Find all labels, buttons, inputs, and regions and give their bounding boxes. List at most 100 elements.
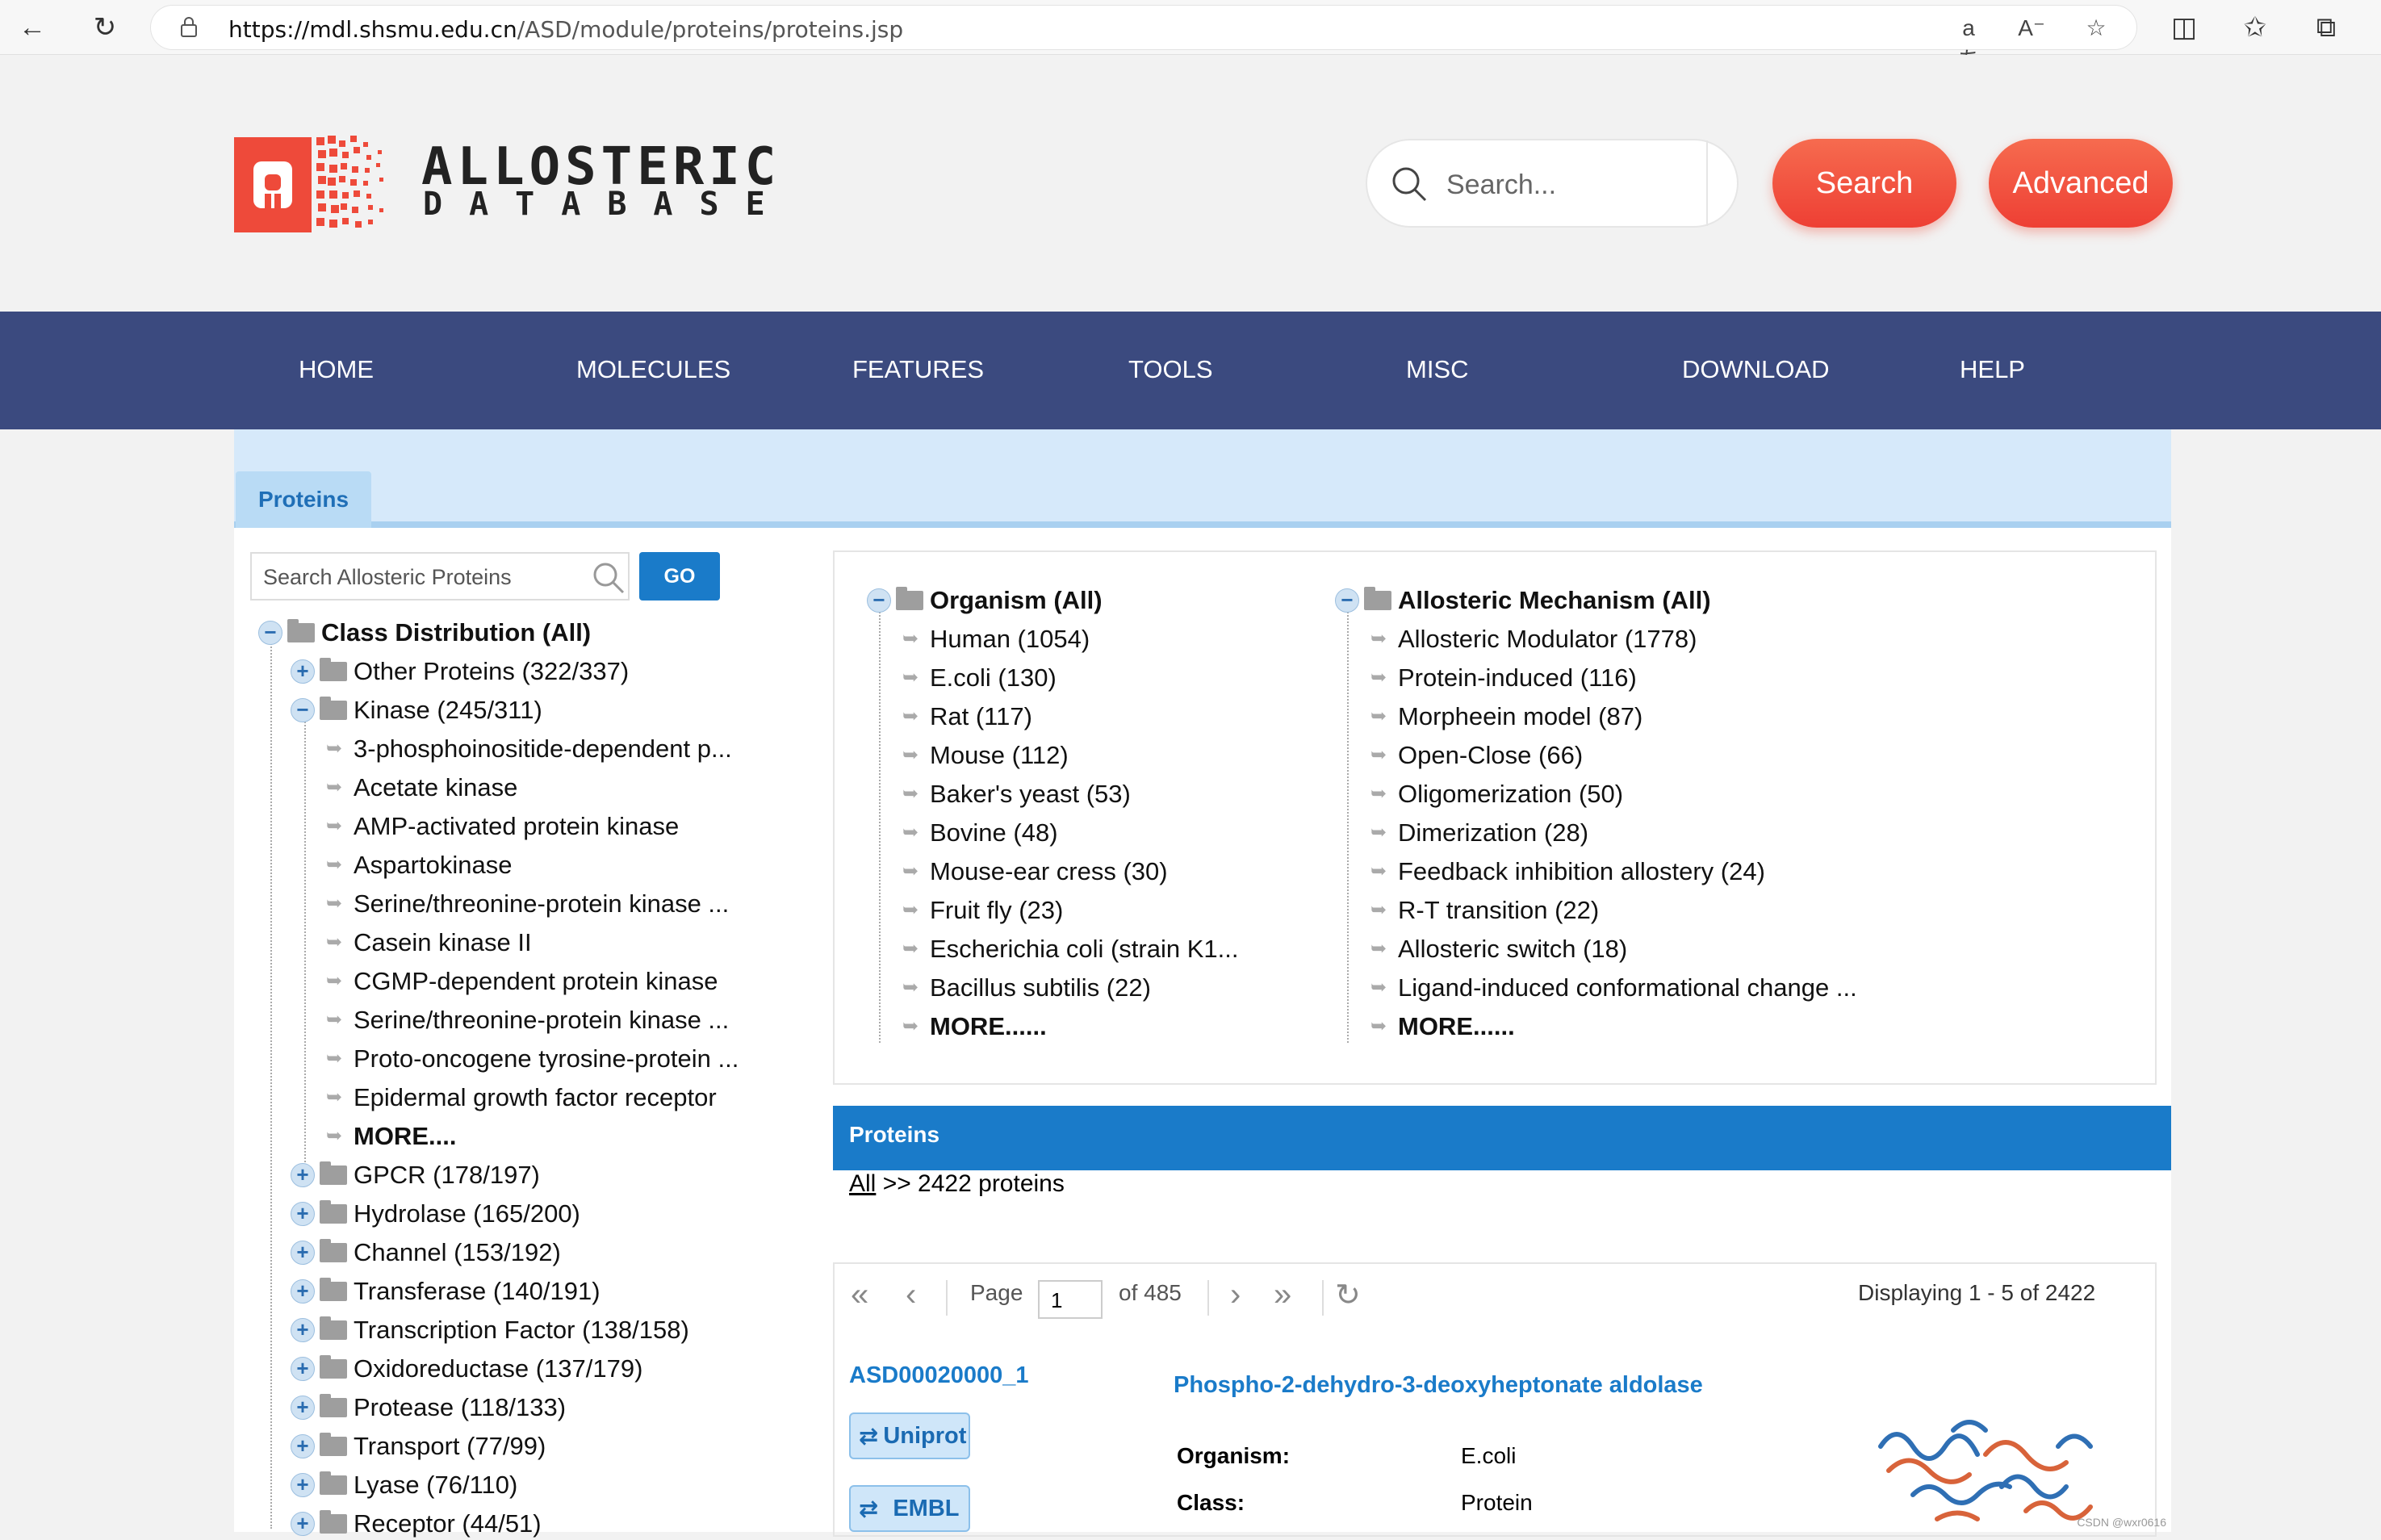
tree-leaf[interactable]: ➥ Proto-oncogene tyrosine-protein ... [323, 1043, 739, 1075]
site-search-input[interactable]: Search... [1366, 139, 1739, 228]
tree-group[interactable]: + Lyase (76/110) [291, 1469, 517, 1501]
nav-molecules[interactable]: MOLECULES [576, 355, 730, 384]
protein-search-input[interactable]: Search Allosteric Proteins [250, 552, 630, 601]
read-aloud-icon[interactable]: A⁻ [2015, 12, 2048, 44]
protein-structure-image[interactable] [1864, 1398, 2123, 1532]
refresh-icon[interactable]: ↻ [84, 6, 126, 48]
tree-group[interactable]: + Oxidoreductase (137/179) [291, 1353, 642, 1385]
mechanism-item[interactable]: ➥ Protein-induced (116) [1367, 662, 1637, 694]
protein-id-link[interactable]: ASD00020000_1 [849, 1362, 1029, 1389]
back-icon[interactable]: ← [11, 6, 53, 48]
go-button[interactable]: GO [639, 552, 720, 601]
tree-group[interactable]: + Other Proteins (322/337) [291, 655, 629, 688]
prev-page-icon[interactable]: ‹ [906, 1277, 916, 1313]
logo-mark[interactable] [234, 137, 312, 232]
organism-more[interactable]: ➥ MORE...... [899, 1011, 1047, 1043]
collapse-icon[interactable]: − [258, 621, 282, 645]
collapse-icon[interactable]: − [867, 588, 891, 613]
tab-proteins[interactable]: Proteins [236, 471, 371, 528]
split-screen-icon[interactable]: ◫ [2163, 6, 2205, 48]
first-page-icon[interactable]: « [851, 1277, 868, 1313]
tree-group[interactable]: + Protease (118/133) [291, 1391, 566, 1424]
tree-group[interactable]: + Channel (153/192) [291, 1237, 561, 1269]
tree-leaf[interactable]: ➥ Epidermal growth factor receptor [323, 1082, 717, 1114]
nav-home[interactable]: HOME [299, 355, 374, 384]
organism-item[interactable]: ➥ Bacillus subtilis (22) [899, 972, 1151, 1004]
expand-icon[interactable]: + [291, 1163, 315, 1187]
nav-help[interactable]: HELP [1960, 355, 2025, 384]
folder-icon [320, 658, 347, 681]
tree-group[interactable]: + GPCR (178/197) [291, 1159, 540, 1191]
translate-icon[interactable]: aあ [1952, 12, 1985, 73]
expand-icon[interactable]: + [291, 1202, 315, 1226]
favorites-icon[interactable]: ✩ [2234, 6, 2276, 48]
expand-icon[interactable]: + [291, 1318, 315, 1342]
tree-group[interactable]: + Hydrolase (165/200) [291, 1198, 580, 1230]
organism-item[interactable]: ➥ Bovine (48) [899, 817, 1058, 849]
tree-leaf-more[interactable]: ➥ MORE.... [323, 1120, 457, 1153]
organism-item[interactable]: ➥ Mouse (112) [899, 739, 1069, 772]
nav-misc[interactable]: MISC [1406, 355, 1469, 384]
expand-icon[interactable]: + [291, 1512, 315, 1536]
organism-item[interactable]: ➥ Baker's yeast (53) [899, 778, 1131, 810]
mechanism-item[interactable]: ➥ Ligand-induced conformational change ..… [1367, 972, 1857, 1004]
expand-icon[interactable]: + [291, 1434, 315, 1458]
mechanism-item[interactable]: ➥ Open-Close (66) [1367, 739, 1583, 772]
collapse-icon[interactable]: − [291, 698, 315, 722]
folder-icon [320, 1316, 347, 1340]
expand-icon[interactable]: + [291, 1241, 315, 1265]
nav-features[interactable]: FEATURES [852, 355, 984, 384]
mechanism-item[interactable]: ➥ Oligomerization (50) [1367, 778, 1623, 810]
next-page-icon[interactable]: › [1230, 1277, 1241, 1313]
search-button[interactable]: Search [1772, 139, 1956, 228]
mechanism-item[interactable]: ➥ Dimerization (28) [1367, 817, 1588, 849]
tree-leaf[interactable]: ➥ Casein kinase II [323, 927, 532, 959]
mechanism-more[interactable]: ➥ MORE...... [1367, 1011, 1515, 1043]
reload-icon[interactable]: ↻ [1335, 1277, 1361, 1313]
tree-group[interactable]: + Receptor (44/51) [291, 1508, 542, 1540]
advanced-search-button[interactable]: Advanced [1989, 139, 2173, 228]
nav-download[interactable]: DOWNLOAD [1682, 355, 1830, 384]
tree-group[interactable]: − Kinase (245/311) [291, 694, 542, 726]
tree-group[interactable]: + Transport (77/99) [291, 1430, 546, 1463]
organism-root[interactable]: − Organism (All) [867, 584, 1103, 617]
tree-group[interactable]: + Transcription Factor (138/158) [291, 1314, 689, 1346]
page-number-input[interactable]: 1 [1038, 1280, 1103, 1319]
last-page-icon[interactable]: » [1274, 1277, 1291, 1313]
organism-item[interactable]: ➥ Mouse-ear cress (30) [899, 856, 1168, 888]
expand-icon[interactable]: + [291, 659, 315, 684]
favorite-star-icon[interactable]: ☆ [2080, 12, 2112, 44]
tree-leaf[interactable]: ➥ Aspartokinase [323, 849, 513, 881]
tree-leaf[interactable]: ➥ Serine/threonine-protein kinase ... [323, 1004, 729, 1036]
organism-item[interactable]: ➥ Rat (117) [899, 701, 1032, 733]
tree-leaf[interactable]: ➥ AMP-activated protein kinase [323, 810, 679, 843]
tree-leaf[interactable]: ➥ Serine/threonine-protein kinase ... [323, 888, 729, 920]
breadcrumb-all-link[interactable]: All [849, 1170, 876, 1197]
address-bar[interactable]: https://mdl.shsmu.edu.cn/ASD/module/prot… [150, 5, 2137, 73]
tree-leaf[interactable]: ➥ Acetate kinase [323, 772, 517, 804]
nav-tools[interactable]: TOOLS [1128, 355, 1213, 384]
organism-item[interactable]: ➥ Escherichia coli (strain K1... [899, 933, 1239, 965]
organism-item[interactable]: ➥ E.coli (130) [899, 662, 1057, 694]
expand-icon[interactable]: + [291, 1279, 315, 1304]
mechanism-root[interactable]: − Allosteric Mechanism (All) [1335, 584, 1711, 617]
tree-leaf[interactable]: ➥ 3-phosphoinositide-dependent p... [323, 733, 732, 765]
organism-item[interactable]: ➥ Fruit fly (23) [899, 894, 1063, 927]
expand-icon[interactable]: + [291, 1473, 315, 1497]
embl-button[interactable]: ⇄ EMBL [849, 1485, 970, 1532]
mechanism-item[interactable]: ➥ Feedback inhibition allostery (24) [1367, 856, 1765, 888]
tree-group[interactable]: + Transferase (140/191) [291, 1275, 600, 1308]
organism-item[interactable]: ➥ Human (1054) [899, 623, 1090, 655]
expand-icon[interactable]: + [291, 1396, 315, 1420]
collections-icon[interactable]: ⧉ [2305, 6, 2347, 48]
mechanism-item[interactable]: ➥ Allosteric switch (18) [1367, 933, 1627, 965]
tree-leaf[interactable]: ➥ CGMP-dependent protein kinase [323, 965, 718, 998]
mechanism-item[interactable]: ➥ Morpheein model (87) [1367, 701, 1642, 733]
protein-name-link[interactable]: Phospho-2-dehydro-3-deoxyheptonate aldol… [1174, 1372, 1703, 1399]
tree-root-class[interactable]: − Class Distribution (All) [258, 617, 591, 649]
expand-icon[interactable]: + [291, 1357, 315, 1381]
mechanism-item[interactable]: ➥ R-T transition (22) [1367, 894, 1599, 927]
collapse-icon[interactable]: − [1335, 588, 1359, 613]
mechanism-item[interactable]: ➥ Allosteric Modulator (1778) [1367, 623, 1697, 655]
uniprot-button[interactable]: ⇄ Uniprot [849, 1412, 970, 1459]
